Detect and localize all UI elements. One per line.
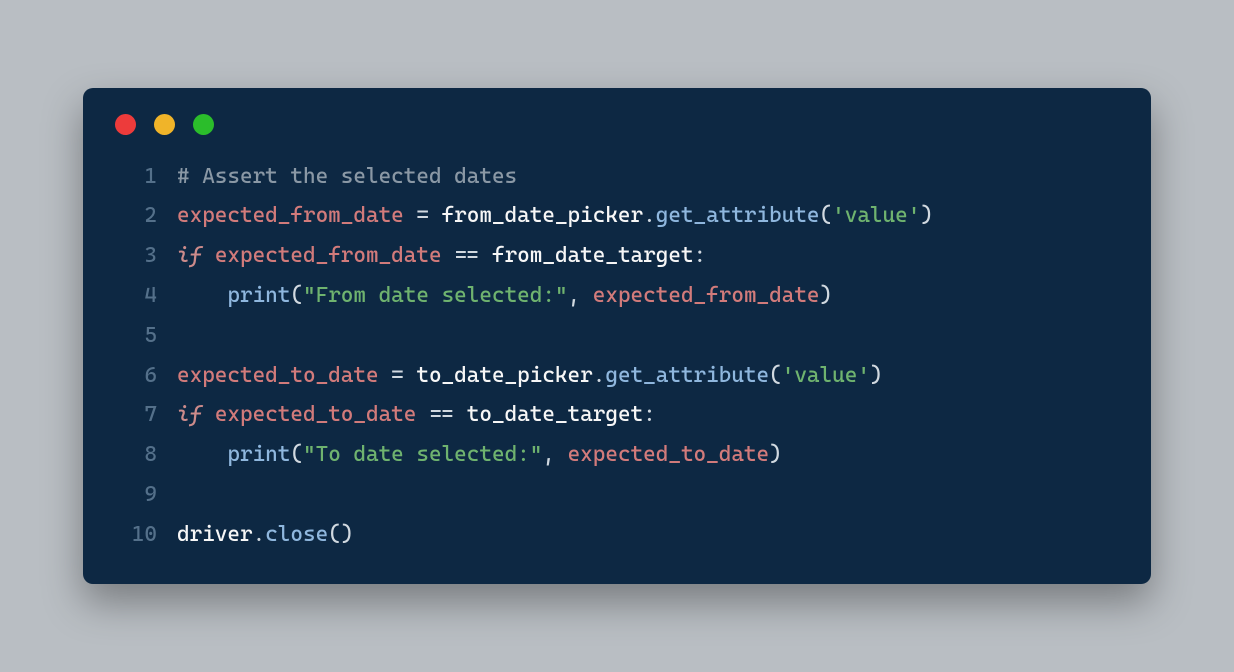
line-number: 3 bbox=[113, 236, 157, 276]
code-line: 8 print("To date selected:", expected_to… bbox=[113, 435, 1121, 475]
maximize-icon[interactable] bbox=[193, 114, 214, 135]
code-token: get_attribute bbox=[656, 203, 820, 228]
code-line: 2 expected_from_date = from_date_picker.g… bbox=[113, 196, 1121, 236]
code-token bbox=[202, 243, 215, 268]
code-line-content: expected_to_date = to_date_picker.get_at… bbox=[177, 356, 1121, 396]
code-token: to_date_picker bbox=[416, 363, 592, 388]
code-line: 7 if expected_to_date == to_date_target: bbox=[113, 395, 1121, 435]
code-token: () bbox=[328, 522, 353, 547]
code-token: ) bbox=[820, 283, 833, 308]
code-token: driver bbox=[177, 522, 253, 547]
code-token: "From date selected:" bbox=[303, 283, 568, 308]
code-token bbox=[177, 442, 227, 467]
code-token: = bbox=[379, 363, 417, 388]
code-token: , bbox=[568, 283, 593, 308]
code-window: 1 # Assert the selected dates 2 expected_fr… bbox=[83, 88, 1151, 585]
minimize-icon[interactable] bbox=[154, 114, 175, 135]
code-token: print bbox=[227, 442, 290, 467]
code-token: ) bbox=[769, 442, 782, 467]
code-line-content: print("To date selected:", expected_to_d… bbox=[177, 435, 1121, 475]
code-token: from_date_target bbox=[492, 243, 694, 268]
code-token: , bbox=[542, 442, 567, 467]
code-line: 9 bbox=[113, 475, 1121, 515]
code-token: "To date selected:" bbox=[303, 442, 542, 467]
code-token: 'value' bbox=[832, 203, 920, 228]
line-number: 8 bbox=[113, 435, 157, 475]
line-number: 5 bbox=[113, 316, 157, 356]
code-token: get_attribute bbox=[605, 363, 769, 388]
code-line-content bbox=[177, 316, 1121, 356]
code-token: ) bbox=[920, 203, 933, 228]
line-number: 6 bbox=[113, 356, 157, 396]
line-number: 1 bbox=[113, 157, 157, 197]
code-token: == bbox=[442, 243, 492, 268]
code-token: : bbox=[694, 243, 707, 268]
code-token bbox=[177, 283, 227, 308]
code-line: 6 expected_to_date = to_date_picker.get_a… bbox=[113, 356, 1121, 396]
code-token: == bbox=[416, 402, 466, 427]
code-token: if bbox=[177, 243, 202, 268]
line-number: 2 bbox=[113, 196, 157, 236]
line-number: 4 bbox=[113, 276, 157, 316]
code-token: ( bbox=[290, 283, 303, 308]
code-token: expected_to_date bbox=[177, 363, 379, 388]
code-token: = bbox=[404, 203, 442, 228]
code-token: expected_from_date bbox=[593, 283, 820, 308]
close-icon[interactable] bbox=[115, 114, 136, 135]
code-line: 10 driver.close() bbox=[113, 515, 1121, 555]
code-line-content bbox=[177, 475, 1121, 515]
code-token: 'value' bbox=[782, 363, 870, 388]
code-token bbox=[202, 402, 215, 427]
code-line: 5 bbox=[113, 316, 1121, 356]
code-line-content: # Assert the selected dates bbox=[177, 157, 1121, 197]
code-token: # Assert the selected dates bbox=[177, 164, 517, 189]
code-line: 3 if expected_from_date == from_date_targ… bbox=[113, 236, 1121, 276]
code-line: 4 print("From date selected:", expected_… bbox=[113, 276, 1121, 316]
code-token: expected_to_date bbox=[568, 442, 770, 467]
code-block: 1 # Assert the selected dates 2 expected_fr… bbox=[113, 157, 1121, 555]
code-token: . bbox=[253, 522, 266, 547]
code-token: if bbox=[177, 402, 202, 427]
code-token: close bbox=[265, 522, 328, 547]
line-number: 9 bbox=[113, 475, 157, 515]
code-token: ( bbox=[820, 203, 833, 228]
code-line-content: driver.close() bbox=[177, 515, 1121, 555]
code-token: print bbox=[227, 283, 290, 308]
code-token: : bbox=[643, 402, 656, 427]
code-line: 1 # Assert the selected dates bbox=[113, 157, 1121, 197]
code-token: ) bbox=[870, 363, 883, 388]
code-token: . bbox=[643, 203, 656, 228]
code-token: from_date_picker bbox=[442, 203, 644, 228]
line-number: 7 bbox=[113, 395, 157, 435]
code-token: expected_to_date bbox=[215, 402, 417, 427]
code-token: ( bbox=[769, 363, 782, 388]
traffic-lights bbox=[115, 114, 1121, 135]
code-token: ( bbox=[290, 442, 303, 467]
code-line-content: if expected_to_date == to_date_target: bbox=[177, 395, 1121, 435]
code-line-content: expected_from_date = from_date_picker.ge… bbox=[177, 196, 1121, 236]
line-number: 10 bbox=[113, 515, 157, 555]
code-token: . bbox=[593, 363, 606, 388]
code-token: expected_from_date bbox=[177, 203, 404, 228]
code-token: to_date_target bbox=[467, 402, 643, 427]
code-line-content: if expected_from_date == from_date_targe… bbox=[177, 236, 1121, 276]
code-token: expected_from_date bbox=[215, 243, 442, 268]
code-line-content: print("From date selected:", expected_fr… bbox=[177, 276, 1121, 316]
